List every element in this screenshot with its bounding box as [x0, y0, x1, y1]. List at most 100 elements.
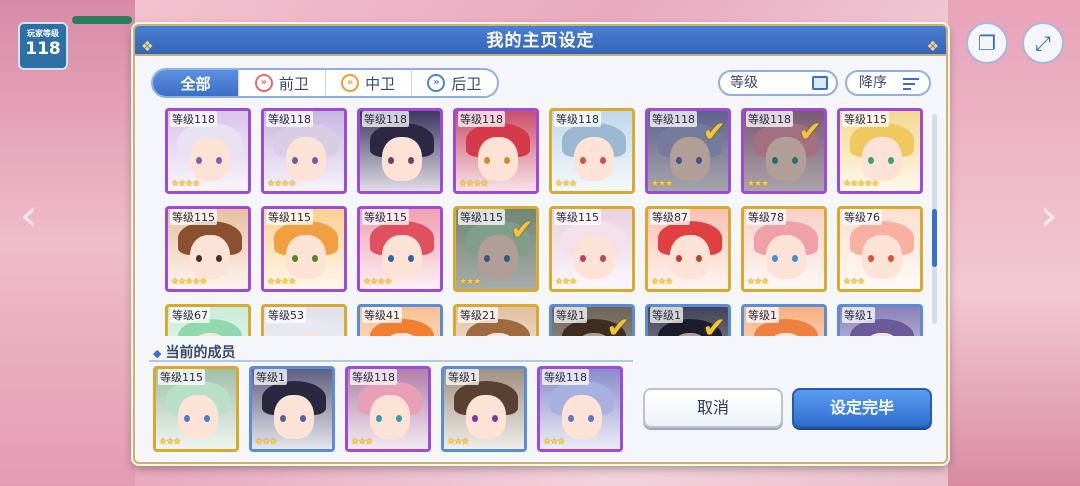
star-rating-icon: ★★★: [459, 277, 481, 287]
tab-all[interactable]: 全部: [153, 70, 240, 96]
tab-back[interactable]: » 后卫: [412, 70, 497, 96]
character-card[interactable]: 等级115 ★★★★★: [837, 108, 923, 194]
character-card[interactable]: 等级1: [837, 304, 923, 336]
character-eye: [396, 415, 402, 422]
character-eye: [196, 255, 202, 262]
character-card[interactable]: 等级118 ★★★ ✔: [741, 108, 827, 194]
character-card[interactable]: 等级118 ★★★: [537, 366, 623, 452]
star-rating-icon: ★★★★: [171, 179, 200, 189]
character-grid-area: 等级118 ★★★★ 等级118 ★★★★ 等级118 等级118 ★★★★ 等级118 ★★★…: [135, 104, 946, 336]
star-rating-icon: ★★★: [555, 179, 577, 189]
background-left-panel: [0, 0, 135, 486]
character-card[interactable]: 等级78 ★★★: [741, 206, 827, 292]
character-eye: [376, 415, 382, 422]
background-right-panel: [948, 0, 1080, 486]
left-arrow-icon[interactable]: ‹: [20, 190, 38, 241]
tab-middle[interactable]: » 中卫: [326, 70, 412, 96]
character-level: 等级1: [254, 369, 287, 385]
character-eye: [216, 157, 222, 164]
star-rating-icon: ★★★: [651, 179, 673, 189]
copy-icon[interactable]: ❐: [966, 22, 1008, 64]
character-level: 等级118: [542, 369, 589, 385]
selected-check-icon: ✔: [606, 311, 630, 336]
character-eye: [388, 255, 394, 262]
character-card[interactable]: 等级76 ★★★: [837, 206, 923, 292]
character-card[interactable]: 等级1 ✔: [645, 304, 731, 336]
character-card[interactable]: 等级1: [741, 304, 827, 336]
exp-bar: [72, 16, 132, 24]
character-level: 等级21: [458, 307, 498, 323]
star-rating-icon: ★★★: [747, 179, 769, 189]
character-level: 等级118: [650, 111, 697, 127]
character-card[interactable]: 等级118: [357, 108, 443, 194]
character-card[interactable]: 等级115 ★★★★★: [165, 206, 251, 292]
character-card[interactable]: 等级118 ★★★★: [453, 108, 539, 194]
character-level: 等级115: [170, 209, 217, 225]
character-card[interactable]: 等级115 ★★★★: [357, 206, 443, 292]
character-level: 等级53: [266, 307, 306, 323]
character-eye: [204, 415, 210, 422]
expand-icon[interactable]: ⤢: [1022, 22, 1064, 64]
character-level: 等级76: [842, 209, 882, 225]
sort-key-icon: [812, 76, 828, 90]
tab-front-label: 前卫: [278, 74, 309, 93]
character-card[interactable]: 等级41: [357, 304, 443, 336]
character-eye: [504, 255, 510, 262]
character-level: 等级67: [170, 307, 210, 323]
character-card[interactable]: 等级115 ★★★: [153, 366, 239, 452]
character-card[interactable]: 等级118 ★★★★: [261, 108, 347, 194]
cancel-button[interactable]: 取消: [643, 388, 783, 428]
sort-key-button[interactable]: 等级: [718, 70, 838, 96]
character-card[interactable]: 等级53: [261, 304, 347, 336]
character-card[interactable]: 等级115 ★★★: [549, 206, 635, 292]
current-members-title-text: 当前的成员: [165, 345, 236, 361]
tab-front[interactable]: » 前卫: [239, 70, 326, 96]
current-members-row: 等级115 ★★★ 等级1 ★★★ 等级118 ★★★ 等级1 ★★★ 等级118 ★★★: [153, 366, 623, 452]
selected-check-icon: ✔: [702, 311, 726, 336]
character-eye: [388, 157, 394, 164]
character-card[interactable]: 等级87 ★★★: [645, 206, 731, 292]
character-level: 等级1: [746, 307, 779, 323]
character-card[interactable]: 等级21: [453, 304, 539, 336]
character-level: 等级1: [446, 369, 479, 385]
character-eye: [196, 157, 202, 164]
grid-scrollbar[interactable]: [932, 114, 937, 324]
right-arrow-icon[interactable]: ›: [1040, 190, 1058, 241]
character-level: 等级115: [554, 209, 601, 225]
character-level: 等级115: [458, 209, 505, 225]
character-card[interactable]: 等级118 ★★★★: [165, 108, 251, 194]
character-eye: [888, 255, 894, 262]
character-card[interactable]: 等级115 ★★★ ✔: [453, 206, 539, 292]
character-level: 等级87: [650, 209, 690, 225]
character-card[interactable]: 等级118 ★★★: [345, 366, 431, 452]
sort-order-label: 降序: [859, 75, 887, 91]
character-card[interactable]: 等级115 ★★★★: [261, 206, 347, 292]
character-card[interactable]: 等级1 ★★★: [441, 366, 527, 452]
character-eye: [184, 415, 190, 422]
grid-scrollbar-thumb[interactable]: [932, 209, 937, 267]
character-level: 等级41: [362, 307, 402, 323]
character-eye: [312, 157, 318, 164]
character-eye: [472, 415, 478, 422]
confirm-button[interactable]: 设定完毕: [792, 388, 932, 428]
character-card[interactable]: 等级1 ✔: [549, 304, 635, 336]
sort-order-button[interactable]: 降序: [845, 70, 931, 96]
star-rating-icon: ★★★: [543, 437, 565, 447]
character-grid: 等级118 ★★★★ 等级118 ★★★★ 等级118 等级118 ★★★★ 等级118 ★★★…: [165, 108, 923, 336]
character-card[interactable]: 等级1 ★★★: [249, 366, 335, 452]
star-rating-icon: ★★★★: [267, 277, 296, 287]
middle-role-icon: »: [341, 74, 360, 92]
star-rating-icon: ★★★: [447, 437, 469, 447]
homepage-settings-dialog: ❖ 我的主页设定 ❖ 全部 » 前卫 » 中卫 » 后卫 等级 降序 等级118…: [133, 24, 948, 464]
character-eye: [484, 255, 490, 262]
character-eye: [588, 415, 594, 422]
character-eye: [600, 255, 606, 262]
character-card[interactable]: 等级118 ★★★: [549, 108, 635, 194]
back-role-icon: »: [427, 74, 446, 92]
role-filter-tabs: 全部 » 前卫 » 中卫 » 后卫: [151, 68, 499, 98]
character-card[interactable]: 等级67: [165, 304, 251, 336]
character-eye: [312, 255, 318, 262]
character-eye: [676, 157, 682, 164]
current-members-title: ◆ 当前的成员: [153, 342, 235, 362]
character-card[interactable]: 等级118 ★★★ ✔: [645, 108, 731, 194]
